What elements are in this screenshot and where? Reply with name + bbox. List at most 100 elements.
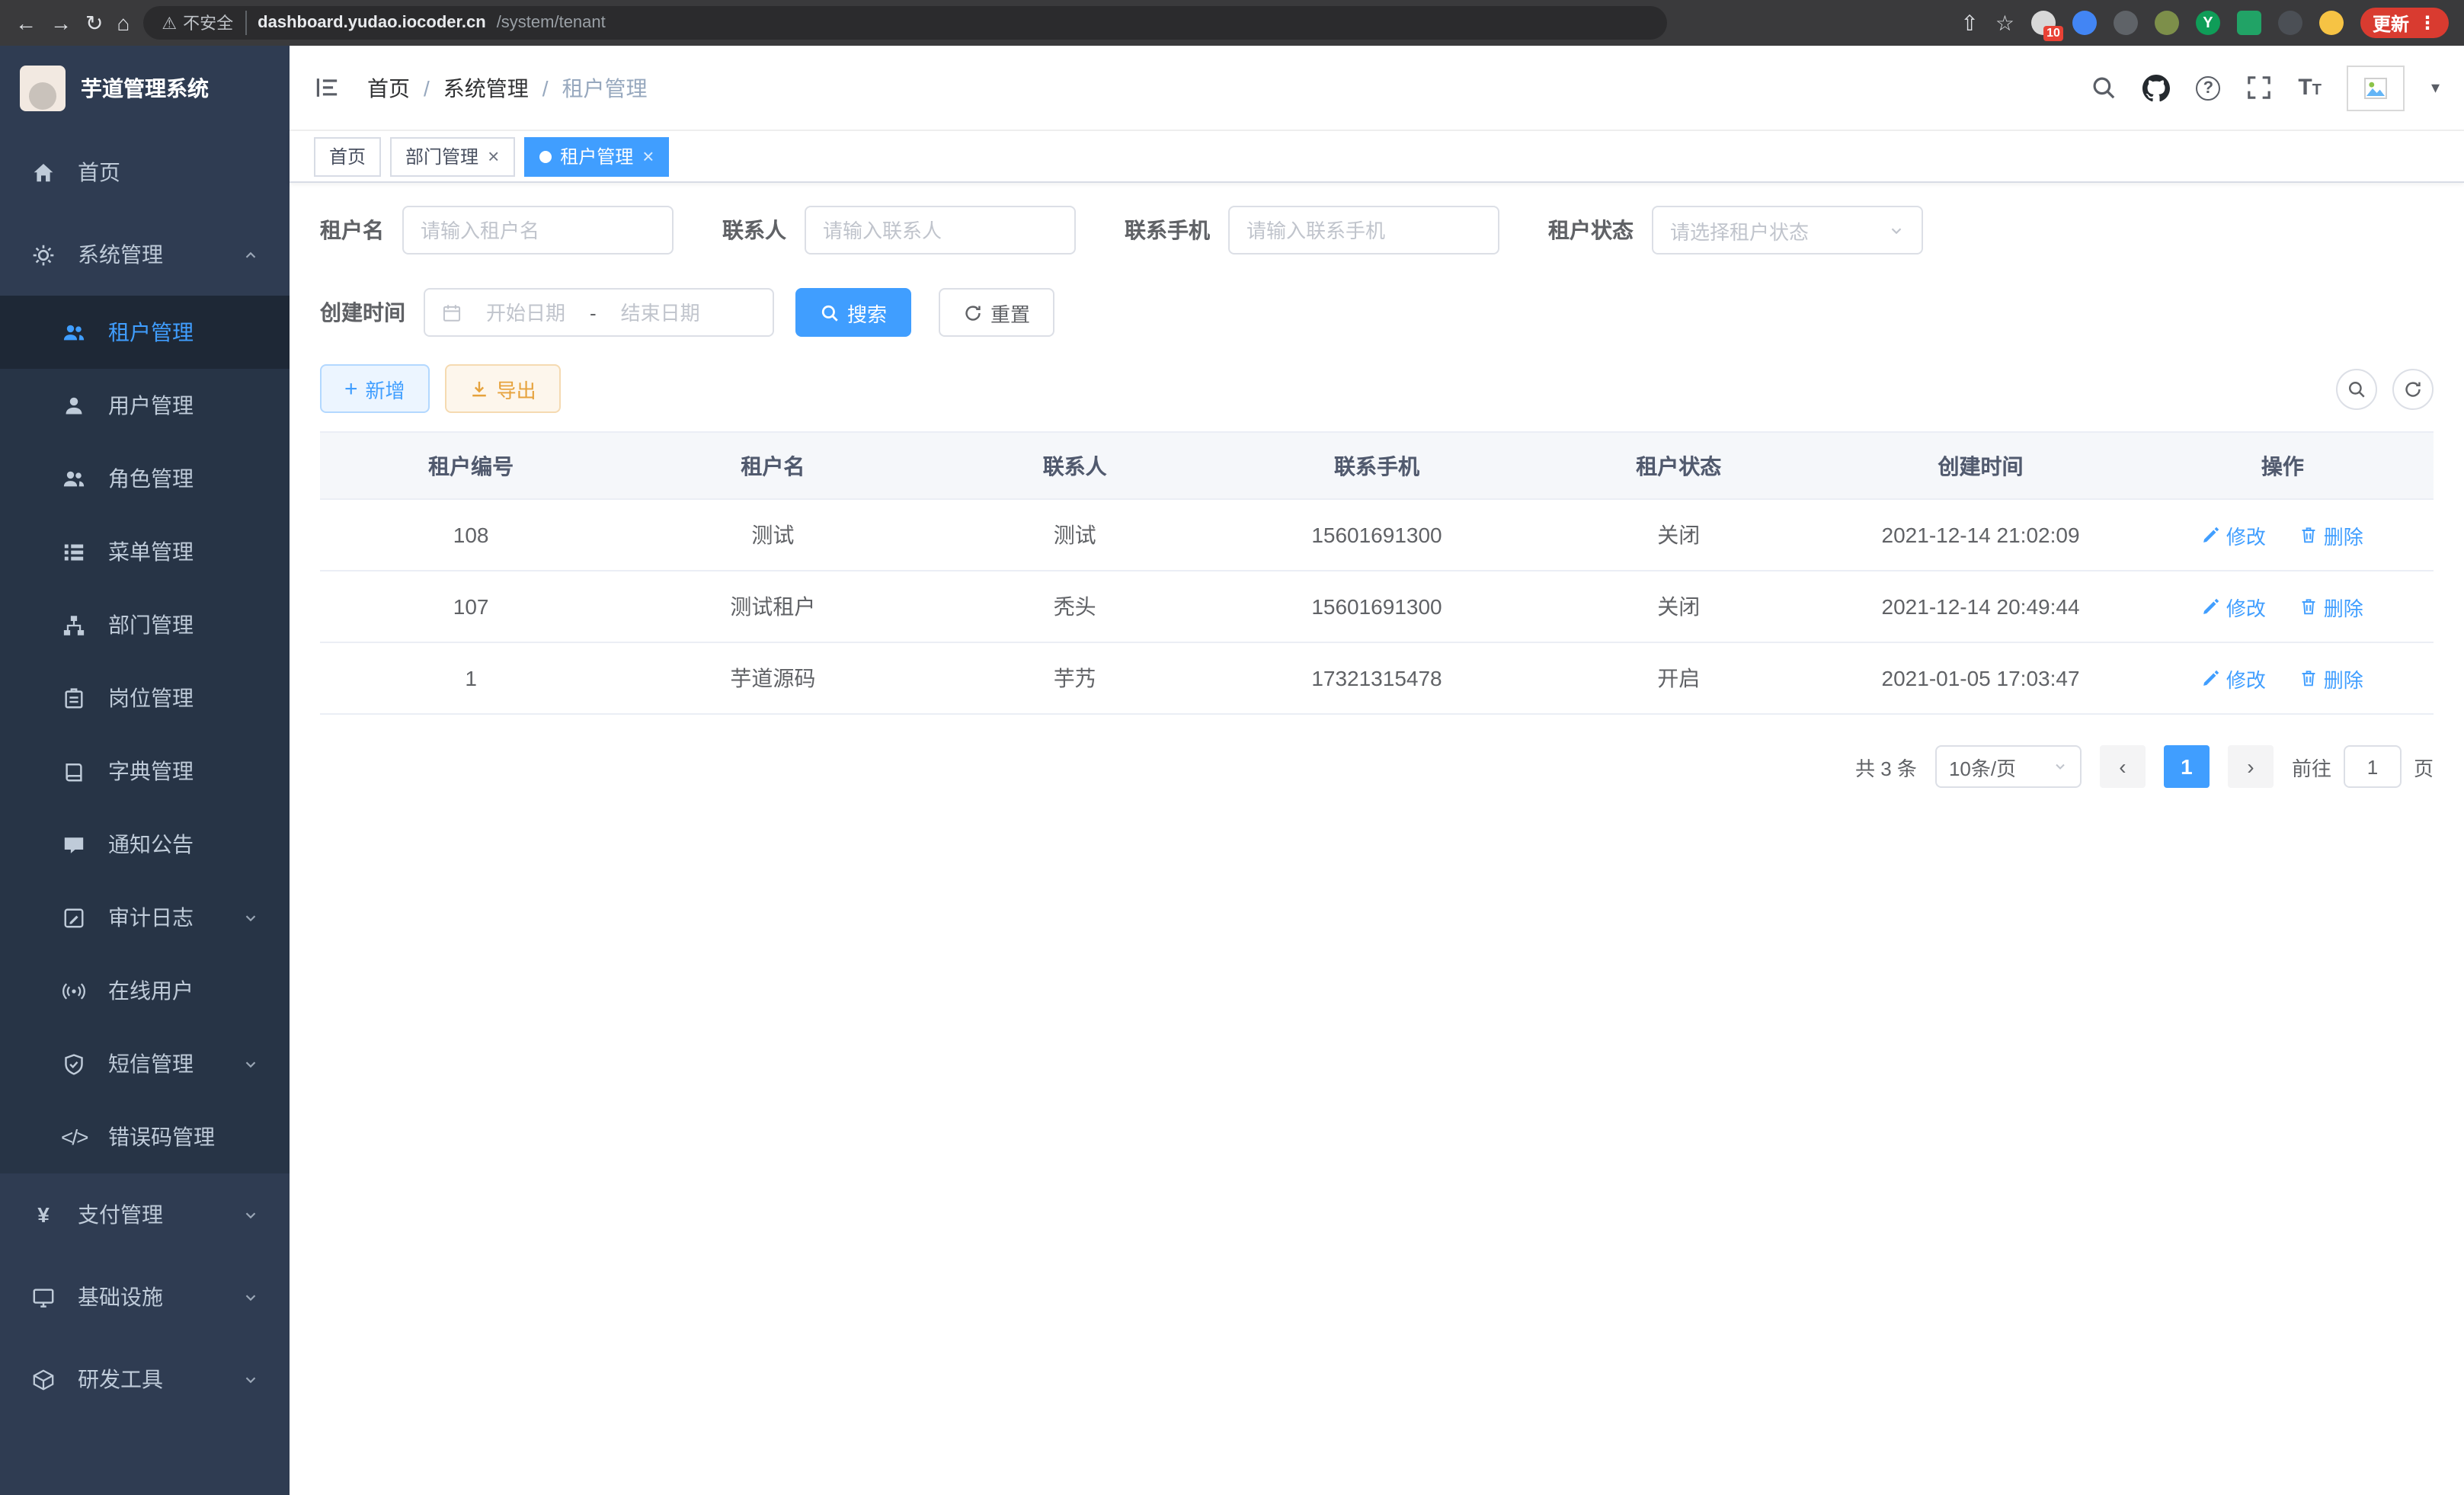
profile-avatar-icon[interactable] [2319,11,2344,35]
browser-back-icon[interactable]: ← [15,12,37,34]
cell-contact: 测试 [924,499,1226,571]
status-label: 租户状态 [1548,215,1634,245]
sidebar-group-payment[interactable]: ¥ 支付管理 [0,1173,290,1256]
extension-icon-3[interactable] [2114,11,2138,35]
table-row: 107 测试租户 秃头 15601691300 关闭 2021-12-14 20… [320,571,2434,642]
browser-menu-dots-icon[interactable]: ⋮ [2418,12,2437,34]
hide-search-button[interactable] [2336,368,2377,409]
sidebar-item-dept[interactable]: 部门管理 [0,588,290,661]
chevron-up-icon [242,246,259,263]
contact-input-wrap [805,206,1076,255]
extension-icon-4[interactable] [2155,11,2179,35]
tag-tenant[interactable]: 租户管理 × [523,136,669,176]
breadcrumb-system[interactable]: 系统管理 [443,72,529,103]
extension-badge: 10 [2043,26,2063,41]
edit-link[interactable]: 修改 [2202,592,2266,621]
cell-phone: 15601691300 [1226,571,1528,642]
sidebar-group-system[interactable]: 系统管理 [0,213,290,296]
update-label: 更新 [2373,10,2409,36]
export-button[interactable]: 导出 [445,364,561,413]
page-size-select[interactable]: 10条/页 [1935,745,2082,788]
caret-down-icon[interactable]: ▾ [2431,78,2440,98]
fullscreen-icon[interactable] [2246,75,2272,101]
pagination: 共 3 条 10条/页 ‹ 1 › 前往 页 [320,745,2434,788]
browser-actions: ⇧ ☆ 10 Y 更新 ⋮ [1960,8,2449,38]
sidebar-item-user[interactable]: 用户管理 [0,369,290,442]
bookmark-star-icon[interactable]: ☆ [1995,12,2014,34]
share-icon[interactable]: ⇧ [1960,12,1978,34]
browser-reload-icon[interactable]: ↻ [85,12,103,34]
end-date-input[interactable] [604,301,717,324]
sidebar-item-dict[interactable]: 字典管理 [0,735,290,808]
breadcrumb-home[interactable]: 首页 [367,72,410,103]
goto-page-input[interactable] [2344,745,2402,788]
edit-link[interactable]: 修改 [2202,520,2266,549]
update-button[interactable]: 更新 ⋮ [2360,8,2449,38]
users-icon [61,321,87,344]
sidebar-item-sms[interactable]: 短信管理 [0,1027,290,1100]
close-icon[interactable]: × [642,146,654,166]
app-logo[interactable]: 芋道管理系统 [0,46,290,131]
search-button-label: 搜索 [847,298,887,327]
add-button[interactable]: + 新增 [320,364,430,413]
sidebar-item-notice[interactable]: 通知公告 [0,808,290,881]
chevron-down-icon [242,909,259,926]
security-chip[interactable]: ⚠ 不安全 [162,11,247,35]
browser-home-icon[interactable]: ⌂ [117,12,130,34]
extension-icon-5[interactable]: Y [2196,11,2220,35]
extension-icon-2[interactable] [2072,11,2097,35]
chevron-down-icon [2053,759,2068,774]
sidebar-item-role[interactable]: 角色管理 [0,442,290,515]
delete-link[interactable]: 删除 [2299,664,2363,693]
page-1-button[interactable]: 1 [2164,745,2210,788]
contact-input[interactable] [823,219,1058,242]
address-bar[interactable]: ⚠ 不安全 dashboard.yudao.iocoder.cn/system/… [143,6,1667,40]
search-icon[interactable] [2091,75,2117,101]
user-avatar[interactable] [2347,65,2405,110]
github-icon[interactable] [2142,74,2170,101]
delete-label: 删除 [2324,592,2363,621]
export-button-label: 导出 [497,374,536,403]
sidebar-item-online-user[interactable]: 在线用户 [0,954,290,1027]
close-icon[interactable]: × [488,146,499,166]
extension-icon-1[interactable]: 10 [2031,11,2056,35]
status-select[interactable]: 请选择租户状态 [1652,206,1923,255]
search-button[interactable]: 搜索 [795,288,911,337]
sidebar-toggle-icon[interactable] [314,75,340,101]
tenant-name-input[interactable] [421,219,655,242]
phone-input[interactable] [1246,219,1481,242]
box-icon [30,1368,56,1391]
tag-dept[interactable]: 部门管理 × [390,136,514,176]
edit-link[interactable]: 修改 [2202,664,2266,693]
app-frame: 芋道管理系统 首页 系统管理 [0,46,2464,1495]
navbar: 首页 / 系统管理 / 租户管理 ? [290,46,2464,131]
help-icon[interactable]: ? [2196,75,2220,100]
user-icon [61,394,87,417]
start-date-input[interactable] [469,301,582,324]
edit-pencil-icon [2202,669,2220,687]
col-contact: 联系人 [924,432,1226,499]
sidebar-group-devtools[interactable]: 研发工具 [0,1338,290,1420]
sidebar-item-tenant[interactable]: 租户管理 [0,296,290,369]
tag-home[interactable]: 首页 [314,136,381,176]
date-range-picker[interactable]: - [424,288,774,337]
goto-suffix: 页 [2414,752,2434,781]
sidebar-item-post[interactable]: 岗位管理 [0,661,290,735]
prev-page-button[interactable]: ‹ [2100,745,2146,788]
next-page-button[interactable]: › [2228,745,2274,788]
delete-link[interactable]: 删除 [2299,520,2363,549]
browser-forward-icon[interactable]: → [50,12,72,34]
sidebar-group-infra[interactable]: 基础设施 [0,1256,290,1338]
sidebar-item-error-code[interactable]: </> 错误码管理 [0,1100,290,1173]
sidebar-item-audit-log[interactable]: 审计日志 [0,881,290,954]
reset-button[interactable]: 重置 [939,288,1054,337]
puzzle-extension-icon[interactable] [2278,11,2302,35]
refresh-table-button[interactable] [2392,368,2434,409]
delete-link[interactable]: 删除 [2299,592,2363,621]
sidebar-item-menu[interactable]: 菜单管理 [0,515,290,588]
app-title: 芋道管理系统 [81,73,209,104]
font-size-icon[interactable]: TT [2298,75,2322,101]
sidebar-item-home[interactable]: 首页 [0,131,290,213]
cell-status: 关闭 [1528,499,1829,571]
extension-icon-6[interactable] [2237,11,2261,35]
